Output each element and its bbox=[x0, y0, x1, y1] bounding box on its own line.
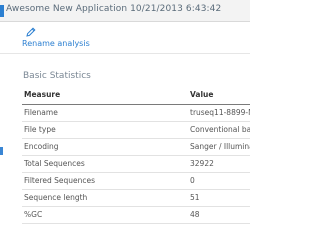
section-title: Basic Statistics bbox=[23, 71, 91, 81]
measure-column-header[interactable]: Measure bbox=[22, 86, 188, 105]
measure-cell: Sequence length bbox=[22, 189, 188, 207]
measure-cell: Filename bbox=[22, 104, 188, 122]
toolbar: Rename analysis bbox=[0, 22, 250, 54]
measure-cell: Encoding bbox=[22, 138, 188, 156]
title-bar: Awesome New Application 10/21/2013 6:43:… bbox=[0, 0, 250, 22]
rename-analysis-label: Rename analysis bbox=[22, 39, 90, 48]
value-cell: 32922 bbox=[188, 155, 250, 173]
app-window: Awesome New Application 10/21/2013 6:43:… bbox=[0, 0, 250, 250]
measure-cell: Total Sequences bbox=[22, 155, 188, 173]
app-icon bbox=[0, 5, 4, 17]
table-row: Encoding Sanger / Illumina bbox=[22, 138, 250, 156]
value-cell: Conventional bas bbox=[188, 121, 250, 139]
pencil-icon bbox=[26, 27, 36, 37]
table-row: Sequence length 51 bbox=[22, 189, 250, 207]
table-row: Total Sequences 32922 bbox=[22, 155, 250, 173]
value-cell: truseq11-8899-Na bbox=[188, 104, 250, 122]
measure-cell: Filtered Sequences bbox=[22, 172, 188, 190]
basic-statistics-table: Measure Value Filename truseq11-8899-Na … bbox=[22, 86, 250, 224]
table-row: %GC 48 bbox=[22, 206, 250, 224]
measure-cell: File type bbox=[22, 121, 188, 139]
value-cell: Sanger / Illumina bbox=[188, 138, 250, 156]
value-column-header[interactable]: Value bbox=[188, 86, 250, 105]
table-row: File type Conventional bas bbox=[22, 121, 250, 139]
value-cell: 0 bbox=[188, 172, 250, 190]
table-row: Filtered Sequences 0 bbox=[22, 172, 250, 190]
rename-analysis-button[interactable]: Rename analysis bbox=[22, 26, 90, 52]
measure-cell: %GC bbox=[22, 206, 188, 224]
value-cell: 48 bbox=[188, 206, 250, 224]
table-header-row: Measure Value bbox=[22, 86, 250, 105]
left-nav-indicator bbox=[0, 147, 3, 155]
value-cell: 51 bbox=[188, 189, 250, 207]
window-title: Awesome New Application 10/21/2013 6:43:… bbox=[6, 4, 222, 14]
table-row: Filename truseq11-8899-Na bbox=[22, 104, 250, 122]
